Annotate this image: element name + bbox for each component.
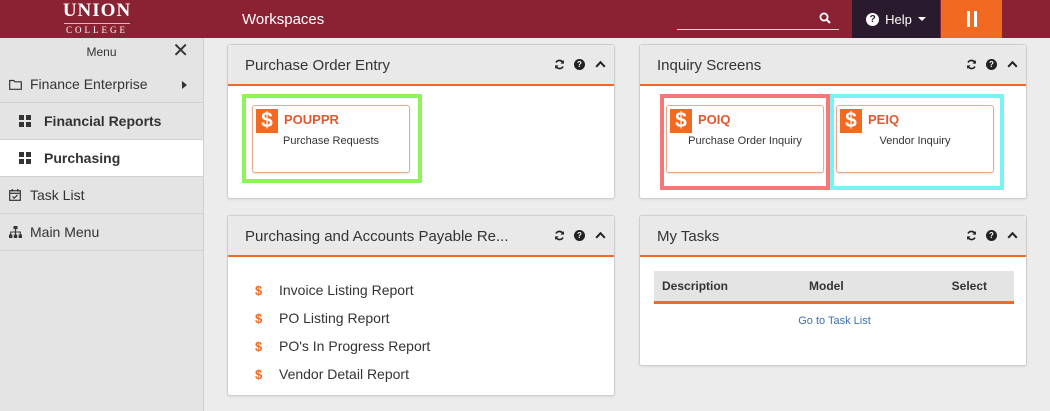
help-icon[interactable]: ? [574, 58, 585, 70]
pause-button[interactable] [941, 0, 1002, 38]
refresh-icon[interactable] [553, 58, 565, 70]
help-label: Help [885, 11, 912, 27]
refresh-icon[interactable] [965, 229, 977, 241]
panel-header: Inquiry Screens ? [640, 45, 1026, 86]
caret-right-icon [182, 81, 187, 89]
tile-code: POUPPR [284, 112, 339, 127]
sidebar-item-label: Purchasing [44, 150, 121, 166]
dollar-icon: $ [255, 282, 263, 298]
pause-icon [966, 11, 970, 27]
calendar-check-icon [8, 189, 22, 201]
column-header-model[interactable]: Model [809, 279, 844, 293]
tile-code: PEIQ [868, 112, 900, 127]
dollar-icon: $ [670, 109, 692, 133]
chevron-up-icon[interactable] [1006, 58, 1018, 70]
panel-header: Purchasing and Accounts Payable Re... ? [228, 216, 614, 257]
workspace-title: Workspaces [242, 11, 325, 28]
top-navbar: UNION COLLEGE Workspaces ? Help [0, 0, 1050, 38]
help-menu-button[interactable]: ? Help [852, 0, 940, 38]
panel-purchase-order-entry: Purchase Order Entry ? $ POUPPR Purchase… [227, 44, 615, 199]
tile-pouppr[interactable]: $ POUPPR Purchase Requests [252, 105, 410, 173]
refresh-icon[interactable] [965, 58, 977, 70]
union-college-logo[interactable]: UNION COLLEGE [52, 0, 142, 38]
tile-description: Vendor Inquiry [879, 135, 951, 147]
sidebar-item-finance-enterprise[interactable]: Finance Enterprise [0, 66, 203, 103]
sidebar-item-task-list[interactable]: Task List [0, 177, 203, 214]
tile-code: POIQ [698, 112, 731, 127]
sidebar-item-label: Task List [30, 187, 85, 203]
report-link-vendor-detail[interactable]: $ Vendor Detail Report [255, 360, 430, 388]
dollar-icon: $ [256, 109, 278, 133]
chevron-up-icon[interactable] [1006, 229, 1018, 241]
help-icon[interactable]: ? [574, 229, 585, 241]
grid-icon [18, 115, 32, 127]
search-input[interactable] [677, 8, 807, 28]
sidebar-menu: Menu ✕ Finance Enterprise Financial Repo… [0, 38, 204, 411]
panel-title: Purchase Order Entry [245, 57, 391, 74]
refresh-icon[interactable] [553, 229, 565, 241]
close-icon[interactable]: ✕ [172, 41, 189, 61]
logo-text-line2: COLLEGE [64, 23, 130, 35]
menu-label: Menu [86, 45, 117, 59]
dollar-icon: $ [840, 109, 862, 133]
panel-title: Inquiry Screens [657, 57, 762, 74]
report-link-invoice-listing[interactable]: $ Invoice Listing Report [255, 276, 430, 304]
panel-inquiry-screens: Inquiry Screens ? $ POIQ Purchase Order … [639, 44, 1027, 199]
tile-description: Purchase Requests [283, 135, 379, 147]
chevron-up-icon[interactable] [594, 229, 606, 241]
report-list: $ Invoice Listing Report $ PO Listing Repo… [255, 276, 430, 388]
dollar-icon: $ [255, 338, 263, 354]
panel-my-tasks: My Tasks ? Description Model Select Go t… [639, 215, 1027, 366]
column-header-select[interactable]: Select [952, 279, 987, 293]
help-icon[interactable]: ? [986, 229, 997, 241]
panel-purchasing-ap-reports: Purchasing and Accounts Payable Re... ? … [227, 215, 615, 396]
dollar-icon: $ [255, 366, 263, 382]
sitemap-icon [8, 226, 22, 238]
dollar-icon: $ [255, 310, 263, 326]
report-link-po-listing[interactable]: $ PO Listing Report [255, 304, 430, 332]
panel-header: Purchase Order Entry ? [228, 45, 614, 86]
sidebar-item-purchasing[interactable]: Purchasing [0, 140, 203, 177]
panel-title: Purchasing and Accounts Payable Re... [245, 228, 509, 245]
panel-header: My Tasks ? [640, 216, 1026, 257]
report-link-pos-in-progress[interactable]: $ PO's In Progress Report [255, 332, 430, 360]
chevron-up-icon[interactable] [594, 58, 606, 70]
tile-poiq[interactable]: $ POIQ Purchase Order Inquiry [666, 105, 824, 173]
sidebar-item-label: Financial Reports [44, 113, 162, 129]
sidebar-item-label: Finance Enterprise [30, 76, 148, 92]
sidebar-item-label: Main Menu [30, 224, 100, 240]
tasks-table-header: Description Model Select [654, 271, 1014, 304]
tile-peiq[interactable]: $ PEIQ Vendor Inquiry [836, 105, 994, 173]
tile-description: Purchase Order Inquiry [688, 135, 802, 147]
column-header-description[interactable]: Description [662, 279, 728, 293]
caret-down-icon [917, 17, 926, 21]
folder-icon [8, 79, 22, 90]
question-circle-icon: ? [866, 12, 880, 26]
search-box [677, 8, 839, 30]
panel-title: My Tasks [657, 228, 720, 245]
logo-text-line1: UNION [62, 0, 132, 21]
menu-header: Menu ✕ [0, 38, 203, 66]
help-icon[interactable]: ? [986, 58, 997, 70]
grid-icon [18, 152, 32, 164]
sidebar-item-financial-reports[interactable]: Financial Reports [0, 103, 203, 140]
search-icon[interactable] [819, 11, 831, 29]
go-to-task-list-link[interactable]: Go to Task List [640, 315, 1029, 327]
sidebar-item-main-menu[interactable]: Main Menu [0, 214, 203, 251]
